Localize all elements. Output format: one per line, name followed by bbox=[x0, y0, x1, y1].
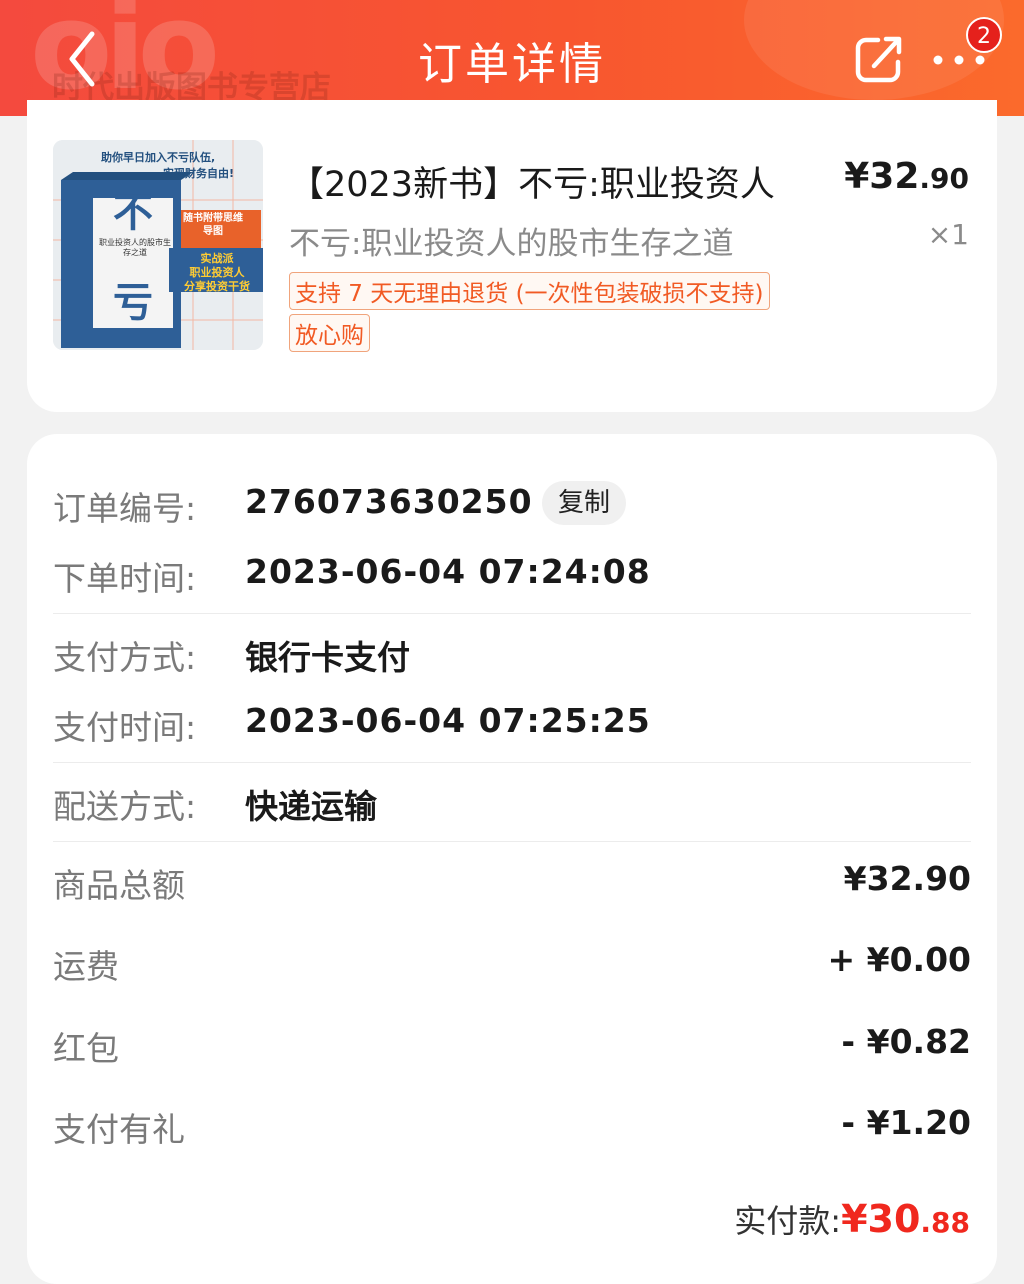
paid-total-label: 实付款: bbox=[734, 1202, 842, 1240]
red-packet-label: 红包 bbox=[53, 1029, 119, 1068]
copy-order-number-button[interactable]: 复制 bbox=[542, 481, 627, 525]
price-main: ¥32 bbox=[844, 156, 920, 197]
delivery-method-value: 快递运输 bbox=[245, 787, 377, 826]
red-packet-value: - ¥0.82 bbox=[841, 1022, 971, 1061]
product-price: ¥32.90 bbox=[844, 156, 969, 197]
order-time-label: 下单时间: bbox=[53, 559, 197, 598]
order-number-value: 276073630250 bbox=[245, 482, 533, 521]
cover-title-1: 不 bbox=[113, 189, 153, 236]
assurance-tag[interactable]: 放心购 bbox=[289, 314, 370, 352]
goods-total-row: 商品总额 ¥32.90 bbox=[53, 859, 971, 909]
pay-gift-value: - ¥1.20 bbox=[841, 1103, 971, 1142]
divider bbox=[53, 613, 971, 614]
shipping-value: + ¥0.00 bbox=[827, 940, 971, 979]
product-card[interactable]: 助你早日加入不亏队伍, 实现财务自由! 不 亏 职业投资人的股市生存之道 随书附… bbox=[27, 100, 997, 412]
top-nav-bar: oio 时代出版图书专营店 订单详情 2 bbox=[0, 0, 1024, 116]
payment-method-value: 银行卡支付 bbox=[245, 638, 410, 677]
book-cover-illustration: 助你早日加入不亏队伍, 实现财务自由! 不 亏 职业投资人的股市生存之道 随书附… bbox=[53, 140, 263, 350]
notification-badge: 2 bbox=[966, 17, 1002, 53]
return-policy-tag[interactable]: 支持 7 天无理由退货 (一次性包装破损不支持) bbox=[289, 272, 770, 310]
price-cents: .90 bbox=[919, 162, 969, 195]
cover-sticker: 随书附带思维导图 bbox=[183, 213, 243, 237]
product-subtitle: 不亏:职业投资人的股市生存之道 bbox=[289, 226, 734, 262]
cover-side-1: 实战派 bbox=[201, 251, 235, 265]
goods-total-label: 商品总额 bbox=[53, 866, 185, 905]
divider bbox=[53, 762, 971, 763]
payment-time-value: 2023-06-04 07:25:25 bbox=[245, 701, 651, 740]
order-info-card: 订单编号: 276073630250 复制 下单时间: 2023-06-04 0… bbox=[27, 434, 997, 1284]
divider bbox=[53, 841, 971, 842]
product-quantity: ×1 bbox=[927, 218, 969, 251]
paid-total-value: ¥30.88 bbox=[841, 1197, 970, 1241]
product-name[interactable]: 【2023新书】不亏:职业投资人 bbox=[289, 156, 775, 207]
goods-total-value: ¥32.90 bbox=[843, 859, 971, 898]
red-packet-row: 红包 - ¥0.82 bbox=[53, 1022, 971, 1072]
cover-side-2: 职业投资人 bbox=[190, 265, 246, 279]
paid-total: 实付款:¥30.88 bbox=[734, 1196, 970, 1242]
payment-method-label: 支付方式: bbox=[53, 638, 197, 677]
cover-title-2: 亏 bbox=[113, 279, 153, 326]
order-number-label: 订单编号: bbox=[53, 489, 197, 528]
paid-total-cents: .88 bbox=[920, 1206, 970, 1239]
paid-total-main: ¥30 bbox=[841, 1197, 921, 1241]
share-icon bbox=[855, 36, 902, 83]
shipping-label: 运费 bbox=[53, 947, 119, 986]
cover-subtitle: 职业投资人的股市生存之道 bbox=[99, 238, 171, 257]
pay-gift-label: 支付有礼 bbox=[53, 1110, 185, 1149]
pay-gift-row: 支付有礼 - ¥1.20 bbox=[53, 1103, 971, 1153]
order-time-value: 2023-06-04 07:24:08 bbox=[245, 552, 651, 591]
cover-slogan-2: 实现财务自由! bbox=[163, 166, 234, 180]
cover-side-3: 分享投资干货 bbox=[184, 279, 250, 293]
shipping-row: 运费 + ¥0.00 bbox=[53, 940, 971, 990]
cover-slogan-1: 助你早日加入不亏队伍, bbox=[101, 150, 215, 164]
payment-time-label: 支付时间: bbox=[53, 708, 197, 747]
share-button[interactable] bbox=[852, 30, 910, 86]
product-cover-image[interactable]: 助你早日加入不亏队伍, 实现财务自由! 不 亏 职业投资人的股市生存之道 随书附… bbox=[53, 140, 263, 350]
delivery-method-label: 配送方式: bbox=[53, 787, 197, 826]
